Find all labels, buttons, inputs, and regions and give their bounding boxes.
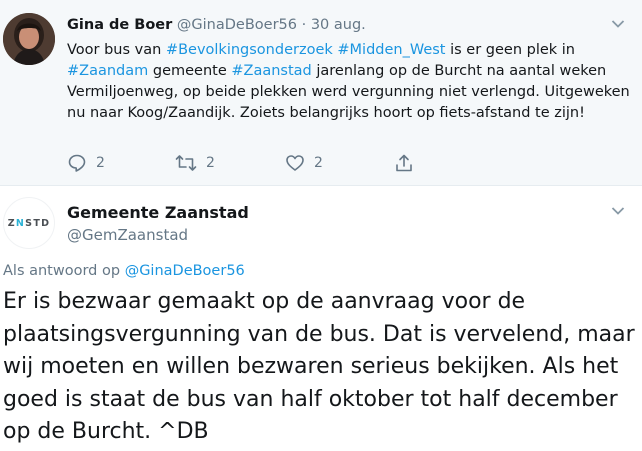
author-name[interactable]: Gina de Boer — [67, 17, 172, 33]
reply-icon — [68, 154, 86, 172]
tweet-header: Gina de Boer @GinaDeBoer56 · 30 aug. — [67, 15, 366, 35]
share-icon — [396, 154, 412, 172]
hashtag-link[interactable]: #Midden_West — [337, 42, 445, 58]
reply-context: Als antwoord op @GinaDeBoer56 — [3, 260, 245, 282]
zaanstad-logo: ZNSTD — [8, 218, 51, 229]
logo-text: STD — [25, 217, 51, 229]
reply-to-link[interactable]: @GinaDeBoer56 — [125, 263, 245, 279]
text-segment: is er geen plek in — [445, 42, 576, 58]
like-icon — [286, 155, 304, 171]
hashtag-link[interactable]: #Zaandam — [67, 63, 148, 79]
text-segment: Voor bus van — [67, 42, 166, 58]
reply-count: 2 — [96, 155, 105, 171]
chevron-down-icon[interactable] — [611, 19, 625, 29]
author-name[interactable]: Gemeente Zaanstad — [67, 202, 249, 224]
retweet-button[interactable]: 2 — [175, 152, 215, 174]
tweet-text: Er is bezwaar gemaakt op de aanvraag voo… — [3, 289, 635, 444]
retweet-icon — [175, 155, 197, 171]
hashtag-link[interactable]: #Zaanstad — [231, 63, 311, 79]
reply-button[interactable]: 2 — [67, 152, 105, 174]
avatar[interactable] — [3, 13, 55, 65]
share-button[interactable] — [394, 152, 414, 174]
tweet-text: Voor bus van #Bevolkingsonderzoek #Midde… — [67, 40, 635, 124]
avatar[interactable]: ZNSTD — [3, 197, 55, 249]
logo-text: Z — [7, 217, 16, 229]
separator: · — [301, 17, 307, 33]
logo-text: N — [15, 217, 26, 229]
tweet-date[interactable]: 30 aug. — [311, 17, 366, 33]
like-button[interactable]: 2 — [285, 152, 323, 174]
reply-prefix: Als antwoord op — [3, 263, 125, 279]
author-handle[interactable]: @GinaDeBoer56 — [177, 17, 297, 33]
chevron-down-icon[interactable] — [611, 206, 625, 216]
text-segment: gemeente — [148, 63, 232, 79]
hashtag-link[interactable]: #Bevolkingsonderzoek — [166, 42, 333, 58]
author-handle[interactable]: @GemZaanstad — [67, 224, 188, 246]
parent-tweet[interactable]: Gina de Boer @GinaDeBoer56 · 30 aug. Voo… — [0, 0, 642, 186]
like-count: 2 — [314, 155, 323, 171]
retweet-count: 2 — [206, 155, 215, 171]
